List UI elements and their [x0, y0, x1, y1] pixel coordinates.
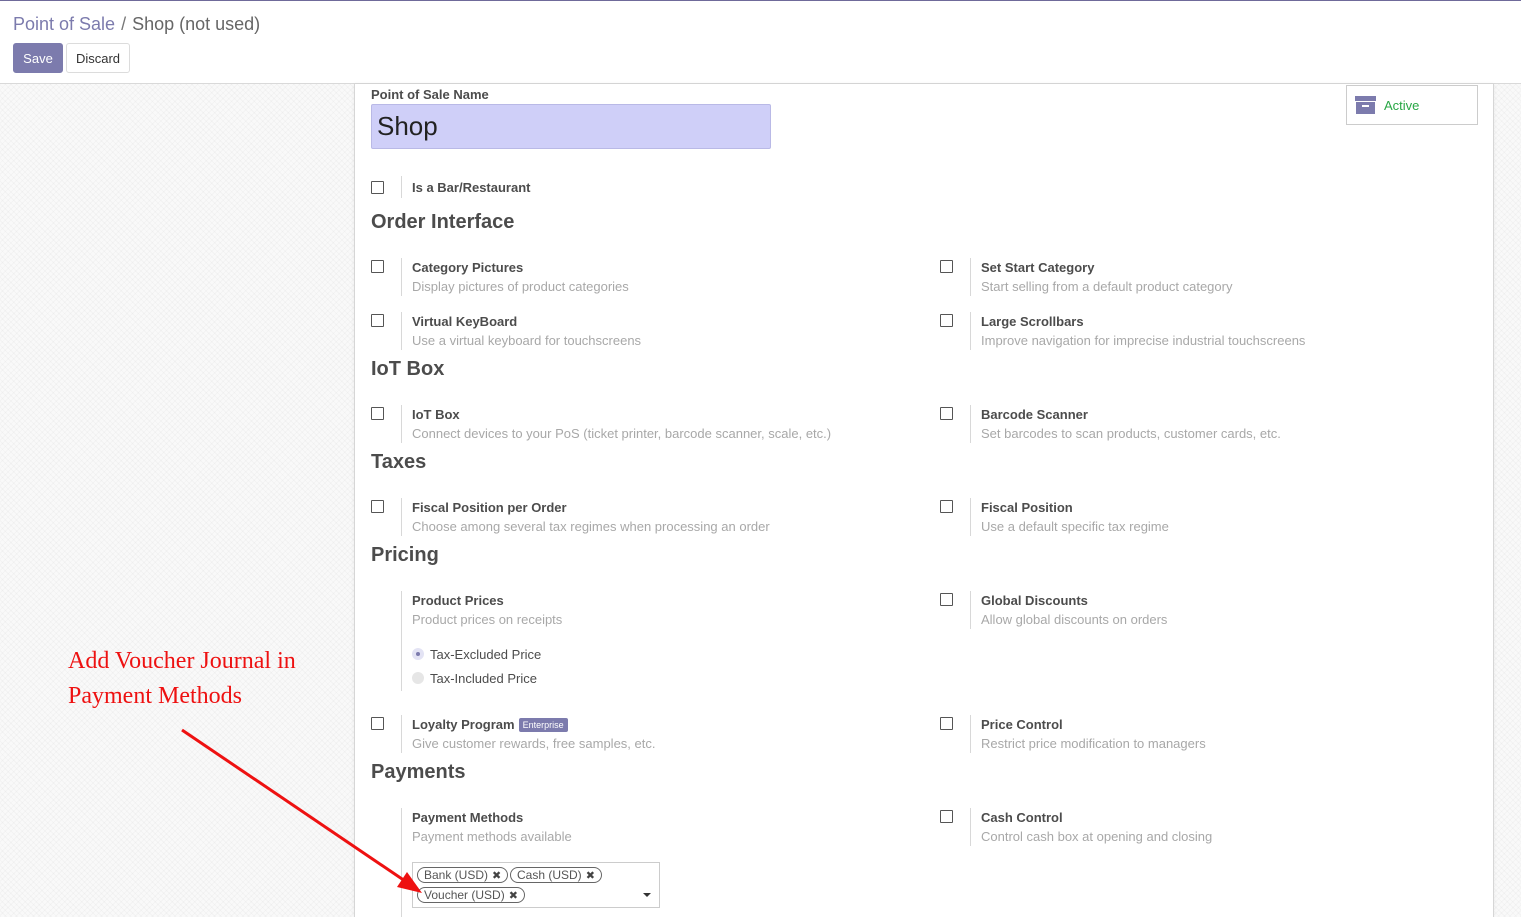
cash-control-title: Cash Control — [981, 810, 1063, 825]
save-button[interactable]: Save — [13, 43, 63, 73]
barcode-scanner-checkbox[interactable] — [940, 407, 953, 420]
section-order-interface: Order Interface — [371, 211, 515, 233]
fiscal-position-checkbox[interactable] — [940, 500, 953, 513]
breadcrumb: Point of Sale / Shop (not used) — [13, 14, 260, 35]
annotation-line-2: Payment Methods — [68, 683, 242, 709]
remove-tag-icon[interactable]: ✖ — [509, 889, 518, 902]
is-bar-restaurant-checkbox[interactable] — [371, 181, 384, 194]
divider — [970, 312, 971, 350]
iot-box-title: IoT Box — [412, 407, 460, 422]
large-scrollbars-desc: Improve navigation for imprecise industr… — [981, 333, 1306, 348]
pos-name-input[interactable] — [371, 104, 771, 149]
iot-box-desc: Connect devices to your PoS (ticket prin… — [412, 426, 832, 441]
payment-tag: Cash (USD) ✖ — [510, 867, 602, 883]
divider — [970, 258, 971, 296]
section-iot-box: IoT Box — [371, 358, 445, 380]
divider — [401, 498, 402, 536]
breadcrumb-parent-link[interactable]: Point of Sale — [13, 14, 115, 34]
section-payments: Payments — [371, 761, 466, 783]
divider — [970, 498, 971, 536]
pos-name-label: Point of Sale Name — [371, 87, 489, 102]
barcode-scanner-desc: Set barcodes to scan products, customer … — [981, 426, 1281, 441]
virtual-keyboard-checkbox[interactable] — [371, 314, 384, 327]
global-discounts-desc: Allow global discounts on orders — [981, 612, 1168, 627]
loyalty-program-desc: Give customer rewards, free samples, etc… — [412, 736, 656, 751]
payment-tag: Voucher (USD) ✖ — [417, 887, 525, 903]
price-control-checkbox[interactable] — [940, 717, 953, 730]
payment-tag-label: Bank (USD) — [424, 868, 489, 882]
active-label: Active — [1384, 97, 1420, 113]
fiscal-position-per-order-desc: Choose among several tax regimes when pr… — [412, 519, 770, 534]
price-control-desc: Restrict price modification to managers — [981, 736, 1206, 751]
breadcrumb-separator: / — [121, 14, 127, 34]
breadcrumb-current: Shop (not used) — [132, 14, 261, 34]
fiscal-position-per-order-title: Fiscal Position per Order — [412, 500, 567, 515]
fiscal-position-title: Fiscal Position — [981, 500, 1073, 515]
section-pricing: Pricing — [371, 544, 439, 566]
category-pictures-desc: Display pictures of product categories — [412, 279, 629, 294]
price-control-title: Price Control — [981, 717, 1063, 732]
loyalty-program-title: Loyalty Program Enterprise — [412, 717, 568, 732]
tax-included-label: Tax-Included Price — [430, 671, 537, 686]
remove-tag-icon[interactable]: ✖ — [586, 869, 595, 882]
divider — [401, 176, 402, 198]
virtual-keyboard-title: Virtual KeyBoard — [412, 314, 518, 329]
barcode-scanner-title: Barcode Scanner — [981, 407, 1088, 422]
cash-control-checkbox[interactable] — [940, 810, 953, 823]
payment-methods-title: Payment Methods — [412, 810, 524, 825]
divider — [401, 405, 402, 443]
product-prices-title: Product Prices — [412, 593, 504, 608]
category-pictures-checkbox[interactable] — [371, 260, 384, 273]
divider — [401, 312, 402, 350]
payment-tag: Bank (USD) ✖ — [417, 867, 509, 883]
payment-methods-desc: Payment methods available — [412, 829, 572, 844]
payment-tag-label: Voucher (USD) — [424, 888, 505, 902]
divider — [401, 258, 402, 296]
category-pictures-title: Category Pictures — [412, 260, 524, 275]
control-panel: Point of Sale / Shop (not used) Save Disca… — [0, 1, 1521, 84]
product-prices-desc: Product prices on receipts — [412, 612, 563, 627]
fiscal-position-per-order-checkbox[interactable] — [371, 500, 384, 513]
tax-excluded-label: Tax-Excluded Price — [430, 647, 542, 662]
loyalty-program-checkbox[interactable] — [371, 717, 384, 730]
global-discounts-title: Global Discounts — [981, 593, 1088, 608]
set-start-category-desc: Start selling from a default product cat… — [981, 279, 1233, 294]
archive-icon — [1355, 96, 1376, 114]
loyalty-program-label: Loyalty Program — [412, 717, 515, 732]
global-discounts-checkbox[interactable] — [940, 593, 953, 606]
remove-tag-icon[interactable]: ✖ — [492, 869, 501, 882]
large-scrollbars-title: Large Scrollbars — [981, 314, 1084, 329]
divider — [401, 591, 402, 691]
section-taxes: Taxes — [371, 451, 427, 473]
divider — [970, 808, 971, 846]
large-scrollbars-checkbox[interactable] — [940, 314, 953, 327]
annotation-text: Add Voucher Journal in Payment Methods — [68, 644, 296, 714]
set-start-category-title: Set Start Category — [981, 260, 1095, 275]
active-toggle-button[interactable]: Active — [1346, 85, 1478, 125]
tax-included-radio[interactable] — [412, 672, 424, 684]
virtual-keyboard-desc: Use a virtual keyboard for touchscreens — [412, 333, 642, 348]
tax-excluded-radio[interactable] — [412, 648, 424, 660]
iot-box-checkbox[interactable] — [371, 407, 384, 420]
divider — [401, 715, 402, 753]
set-start-category-checkbox[interactable] — [940, 260, 953, 273]
annotation-line-1: Add Voucher Journal in — [68, 648, 296, 674]
divider — [970, 715, 971, 753]
payment-methods-field[interactable]: Bank (USD) ✖ Cash (USD) ✖ Voucher (USD) … — [412, 862, 660, 908]
enterprise-badge: Enterprise — [518, 718, 568, 732]
cash-control-desc: Control cash box at opening and closing — [981, 829, 1213, 844]
is-bar-restaurant-label: Is a Bar/Restaurant — [412, 180, 531, 195]
fiscal-position-desc: Use a default specific tax regime — [981, 519, 1169, 534]
discard-button[interactable]: Discard — [66, 43, 130, 73]
divider — [970, 591, 971, 629]
divider — [401, 808, 402, 917]
form-sheet: Point of Sale Name Active Is a Bar/Resta… — [354, 84, 1494, 917]
divider — [970, 405, 971, 443]
payment-tag-label: Cash (USD) — [517, 868, 582, 882]
dropdown-caret-icon[interactable] — [643, 893, 651, 897]
